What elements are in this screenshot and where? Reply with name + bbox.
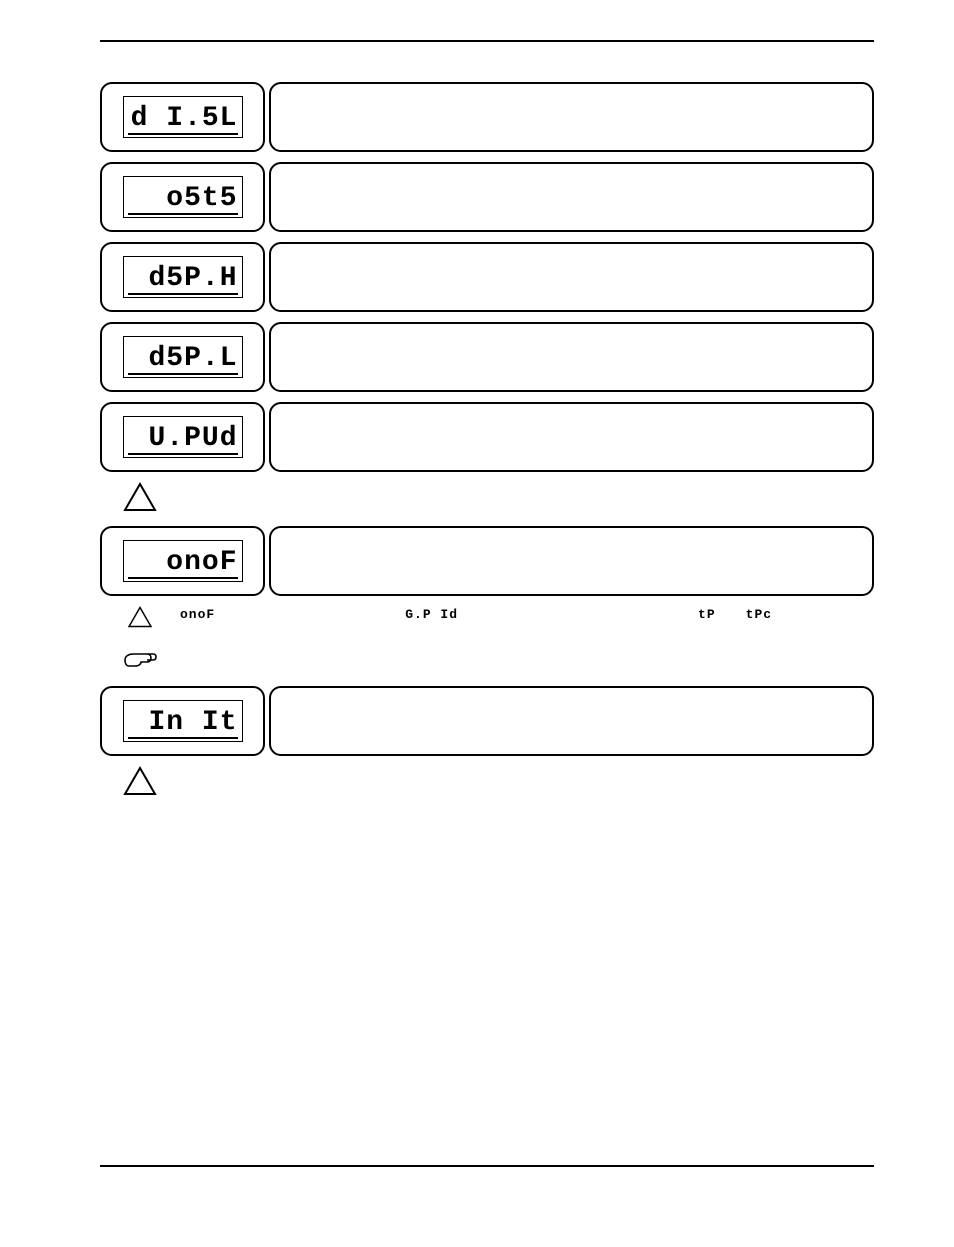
inline-code: G.P Id [405,606,458,624]
lcd-display: onoF [123,540,243,582]
top-rule [100,40,874,42]
lcd-display: o5t5 [123,176,243,218]
bottom-rule [100,1165,874,1167]
lcd-underline [128,293,238,295]
lcd-frame: U.PUd [100,402,265,472]
lcd-underline [128,453,238,455]
param-row: d5P.L [100,322,874,392]
lcd-underline [128,213,238,215]
lcd-frame: In It [100,686,265,756]
param-row: d I.5L [100,82,874,152]
lcd-frame: d5P.L [100,322,265,392]
param-row: d5P.H [100,242,874,312]
warning-triangle-icon [120,482,160,512]
warning-triangle-icon [120,606,160,628]
warning-note: onoF G.P Id tP tPc [120,606,874,632]
param-row: In It [100,686,874,756]
pointing-hand-icon [120,646,160,670]
description-box [269,526,874,596]
note-text: onoF G.P Id tP tPc [160,606,874,624]
param-row: U.PUd [100,402,874,472]
lcd-display: d I.5L [123,96,243,138]
lcd-underline [128,737,238,739]
lcd-frame: onoF [100,526,265,596]
warning-triangle-icon [120,766,160,796]
manual-page: d I.5L o5t5 d5P.H d5P.L [0,0,954,1247]
lcd-display: d5P.L [123,336,243,378]
lcd-display: U.PUd [123,416,243,458]
lcd-display: d5P.H [123,256,243,298]
description-box [269,82,874,152]
inline-code: tP [698,606,716,624]
description-box [269,162,874,232]
lcd-underline [128,577,238,579]
param-row: o5t5 [100,162,874,232]
param-row: onoF [100,526,874,596]
lcd-underline [128,133,238,135]
warning-note [120,766,874,796]
inline-code: onoF [180,606,215,624]
lcd-frame: d5P.H [100,242,265,312]
inline-code: tPc [746,606,772,624]
description-box [269,686,874,756]
lcd-underline [128,373,238,375]
warning-note [120,482,874,512]
description-box [269,322,874,392]
reference-note [120,646,874,672]
description-box [269,242,874,312]
lcd-display: In It [123,700,243,742]
lcd-frame: o5t5 [100,162,265,232]
lcd-frame: d I.5L [100,82,265,152]
description-box [269,402,874,472]
